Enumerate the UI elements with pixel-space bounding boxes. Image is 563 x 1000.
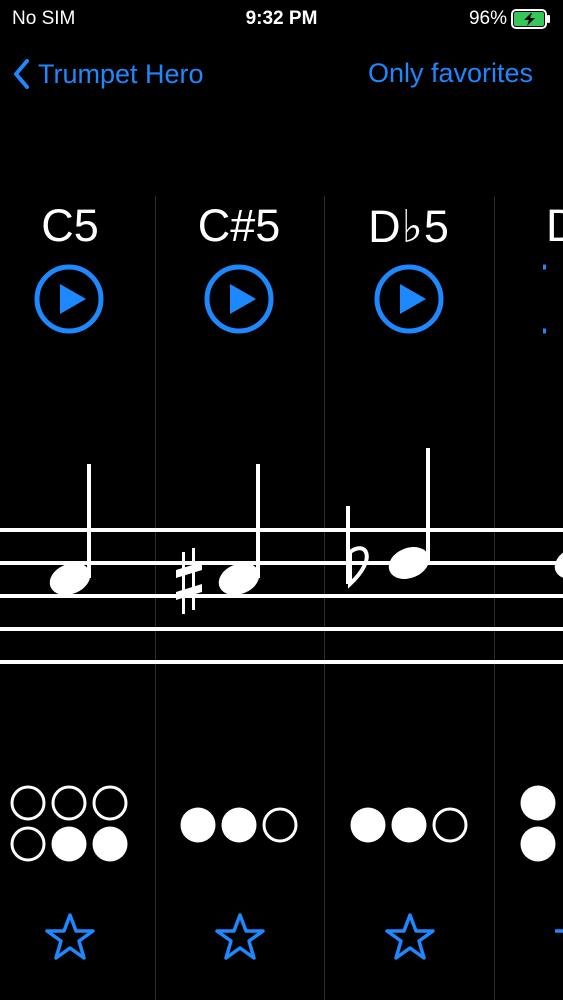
flat-icon	[346, 506, 369, 589]
favorite-button[interactable]	[385, 912, 435, 962]
note-name-c-sharp-5: C#5	[197, 200, 281, 251]
star-outline-icon	[45, 913, 95, 960]
note-name-d: D	[546, 200, 563, 251]
battery-percent: 96%	[468, 8, 507, 29]
play-button[interactable]	[204, 264, 274, 334]
staff-line	[0, 660, 563, 664]
play-button[interactable]	[374, 264, 444, 334]
battery-icon	[511, 9, 550, 29]
note-name-d-flat-5: D♭5	[324, 200, 494, 253]
navigation-bar: Trumpet Hero Only favorites	[0, 52, 563, 100]
note-name-c5: C5	[41, 200, 99, 251]
note-head-c5	[49, 464, 91, 595]
valve-diagram-c-sharp-5	[180, 807, 298, 843]
back-button[interactable]: Trumpet Hero	[12, 58, 204, 90]
note-head-d-flat-5	[388, 448, 430, 579]
favorite-button[interactable]	[215, 912, 265, 962]
favorite-button[interactable]	[45, 912, 95, 962]
back-button-label: Trumpet Hero	[38, 58, 204, 89]
notation	[49, 448, 563, 614]
status-bar: No SIM 9:32 PM 96%	[0, 0, 563, 36]
note-name-text: D♭5	[368, 201, 450, 252]
play-button[interactable]	[543, 264, 563, 334]
only-favorites-button[interactable]: Only favorites	[368, 58, 533, 89]
valve-diagram-d	[520, 785, 556, 862]
play-circle-icon	[60, 284, 86, 314]
sharp-icon	[176, 548, 202, 614]
play-circle-icon	[230, 284, 256, 314]
note-head-d	[554, 547, 563, 579]
valve-diagram-d-flat-5	[350, 807, 468, 843]
play-button[interactable]	[34, 264, 104, 334]
chevron-left-icon	[14, 59, 29, 89]
star-outline-icon	[215, 913, 265, 960]
valve-diagram-c5	[10, 785, 128, 862]
star-outline-icon	[385, 913, 435, 960]
favorite-button[interactable]	[553, 912, 563, 962]
play-circle-icon	[400, 284, 426, 314]
note-head-c-sharp-5	[218, 464, 260, 595]
